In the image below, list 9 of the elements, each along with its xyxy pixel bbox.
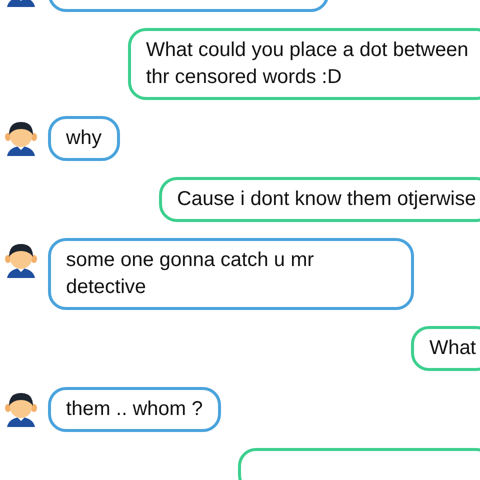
person-icon [3, 120, 39, 156]
message-bubble: Cause i dont know them otjerwise [158, 177, 480, 222]
message-bubble: some one gonna catch u mr detective [48, 238, 414, 310]
message-bubble: What [411, 326, 480, 371]
message-bubble: them .. whom ? [48, 387, 221, 432]
person-icon [3, 242, 39, 278]
person-icon [3, 391, 39, 427]
message-bubble: What could you place a dot between thr censored words :D [128, 28, 480, 100]
message-bubble: why [48, 116, 120, 161]
